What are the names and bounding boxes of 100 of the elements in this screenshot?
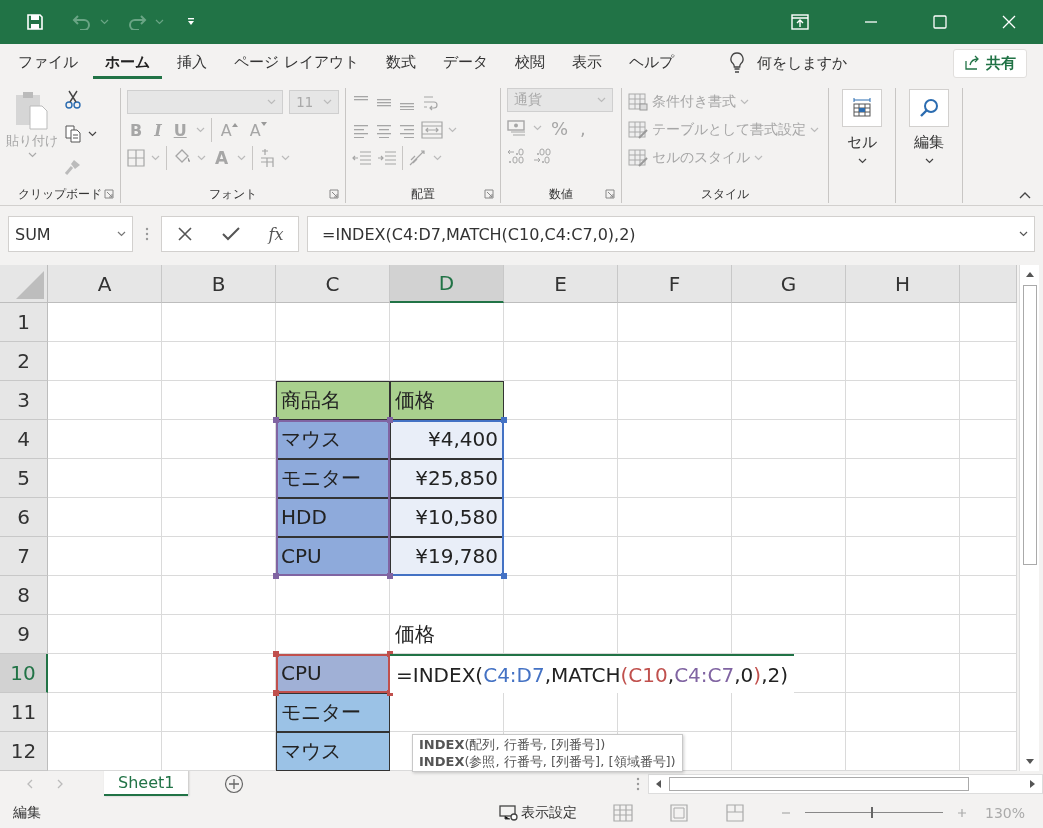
- tell-me-search[interactable]: 何をしますか: [728, 52, 847, 74]
- redo-icon[interactable]: [127, 14, 147, 30]
- ribbon-tab[interactable]: 表示: [559, 47, 614, 79]
- row-header[interactable]: 6: [0, 498, 48, 537]
- ribbon-tab[interactable]: データ: [430, 47, 500, 79]
- row-header[interactable]: 4: [0, 420, 48, 459]
- format-as-table-icon: [628, 121, 648, 139]
- customize-toolbar-icon[interactable]: [186, 17, 196, 27]
- ribbon-tab[interactable]: ヘルプ: [616, 47, 686, 79]
- normal-view-icon[interactable]: [613, 803, 633, 822]
- enter-check-icon[interactable]: [221, 226, 240, 242]
- empty-cell: [960, 459, 1017, 498]
- group-label: クリップボード: [18, 185, 102, 203]
- row-header[interactable]: 11: [0, 693, 48, 732]
- empty-cell: [960, 420, 1017, 459]
- group-label: スタイル: [701, 185, 749, 203]
- previous-sheet-icon[interactable]: [26, 779, 34, 789]
- cell-styles-icon: [628, 149, 648, 167]
- lightbulb-icon: [728, 52, 745, 74]
- row-header[interactable]: 1: [0, 303, 48, 342]
- down-arrow-icon: [260, 121, 267, 127]
- format-brush-icon[interactable]: [64, 158, 82, 176]
- table-cell: モニター: [276, 693, 390, 732]
- ribbon-display-icon[interactable]: [791, 14, 809, 30]
- table-cell: ¥10,580: [390, 498, 504, 537]
- table-cell: ¥25,850: [390, 459, 504, 498]
- column-header[interactable]: D: [390, 265, 504, 303]
- row-header[interactable]: 3: [0, 381, 48, 420]
- split-handle-icon[interactable]: [636, 777, 640, 791]
- scrollbar-thumb[interactable]: [1022, 285, 1037, 565]
- column-header[interactable]: C: [276, 265, 390, 303]
- caret-icon[interactable]: [857, 158, 867, 164]
- table-cell: マウス: [276, 732, 390, 771]
- page-break-view-icon[interactable]: [725, 803, 745, 822]
- table-cell: 商品名: [276, 381, 390, 420]
- undo-icon[interactable]: [72, 14, 92, 30]
- share-button[interactable]: 共有: [953, 48, 1027, 78]
- up-arrow-icon: [231, 121, 238, 127]
- column-header[interactable]: F: [618, 265, 732, 303]
- row-header[interactable]: 9: [0, 615, 48, 654]
- row-header[interactable]: 2: [0, 342, 48, 381]
- sheet-tab[interactable]: Sheet1: [104, 770, 189, 796]
- cancel-icon[interactable]: [176, 226, 193, 242]
- row-header[interactable]: 7: [0, 537, 48, 576]
- insert-function-button[interactable]: fx: [268, 224, 284, 244]
- zoom-in-icon[interactable]: [957, 807, 967, 818]
- ribbon-tab[interactable]: 挿入: [165, 47, 219, 79]
- empty-cell: [960, 654, 1017, 693]
- caret-icon[interactable]: [1019, 231, 1028, 237]
- group-label: フォント: [209, 185, 257, 203]
- next-sheet-icon[interactable]: [56, 779, 64, 789]
- add-sheet-icon[interactable]: [224, 774, 245, 794]
- column-header[interactable]: H: [846, 265, 960, 303]
- display-settings-button[interactable]: 表示設定: [499, 803, 577, 822]
- table-cell: マウス: [276, 420, 390, 459]
- name-box[interactable]: SUM: [8, 216, 133, 252]
- function-tooltip: INDEX(配列, 行番号, [列番号]) INDEX(参照, 行番号, [列番号], [領域番号]): [412, 734, 683, 772]
- status-mode-text: 編集: [13, 803, 41, 822]
- close-icon[interactable]: [1002, 15, 1016, 29]
- table-cell: HDD: [276, 498, 390, 537]
- caret-icon[interactable]: [88, 131, 97, 137]
- ribbon-tab[interactable]: ファイル: [6, 47, 90, 79]
- conditional-format-icon: [628, 93, 648, 111]
- ribbon-tab[interactable]: ページ レイアウト: [222, 47, 371, 79]
- cell-editor[interactable]: =INDEX(C4:D7,MATCH(C10,C4:C7,0),2): [390, 654, 795, 693]
- column-header[interactable]: [960, 265, 1017, 303]
- row-header[interactable]: 5: [0, 459, 48, 498]
- group-label: 数値: [549, 185, 573, 203]
- column-header[interactable]: G: [732, 265, 846, 303]
- group-label: 配置: [411, 185, 435, 203]
- share-icon: [964, 55, 980, 71]
- ribbon-tab[interactable]: 校閲: [502, 47, 557, 79]
- search-icon: [918, 97, 940, 119]
- save-icon[interactable]: [26, 13, 44, 31]
- drag-handle-icon[interactable]: [145, 227, 149, 241]
- dialog-launcher-icon[interactable]: [104, 189, 114, 199]
- column-header[interactable]: A: [48, 265, 162, 303]
- empty-cell: [960, 342, 1017, 381]
- column-header[interactable]: E: [504, 265, 618, 303]
- column-header[interactable]: B: [162, 265, 276, 303]
- table-cell: 価格: [390, 381, 504, 420]
- zoom-slider-thumb[interactable]: [871, 807, 874, 818]
- empty-cell: [960, 615, 1017, 654]
- empty-cell: [960, 303, 1017, 342]
- caret-icon[interactable]: [924, 158, 934, 164]
- collapse-ribbon-icon[interactable]: [1019, 191, 1031, 199]
- table-cell: ¥4,400: [390, 420, 504, 459]
- scrollbar-thumb[interactable]: [669, 777, 969, 791]
- row-header[interactable]: 10: [0, 654, 48, 693]
- ribbon-tab[interactable]: ホーム: [93, 47, 162, 79]
- copy-icon[interactable]: [64, 125, 82, 143]
- formula-input[interactable]: =INDEX(C4:D7,MATCH(C10,C4:C7,0),2): [307, 216, 1035, 252]
- caret-icon[interactable]: [117, 231, 126, 237]
- page-layout-view-icon[interactable]: [669, 803, 689, 822]
- scissors-icon[interactable]: [64, 90, 82, 110]
- row-header[interactable]: 12: [0, 732, 48, 771]
- row-header[interactable]: 8: [0, 576, 48, 615]
- select-all-button[interactable]: [0, 265, 48, 303]
- ribbon-tab[interactable]: 数式: [373, 47, 428, 79]
- maximize-icon[interactable]: [933, 15, 947, 29]
